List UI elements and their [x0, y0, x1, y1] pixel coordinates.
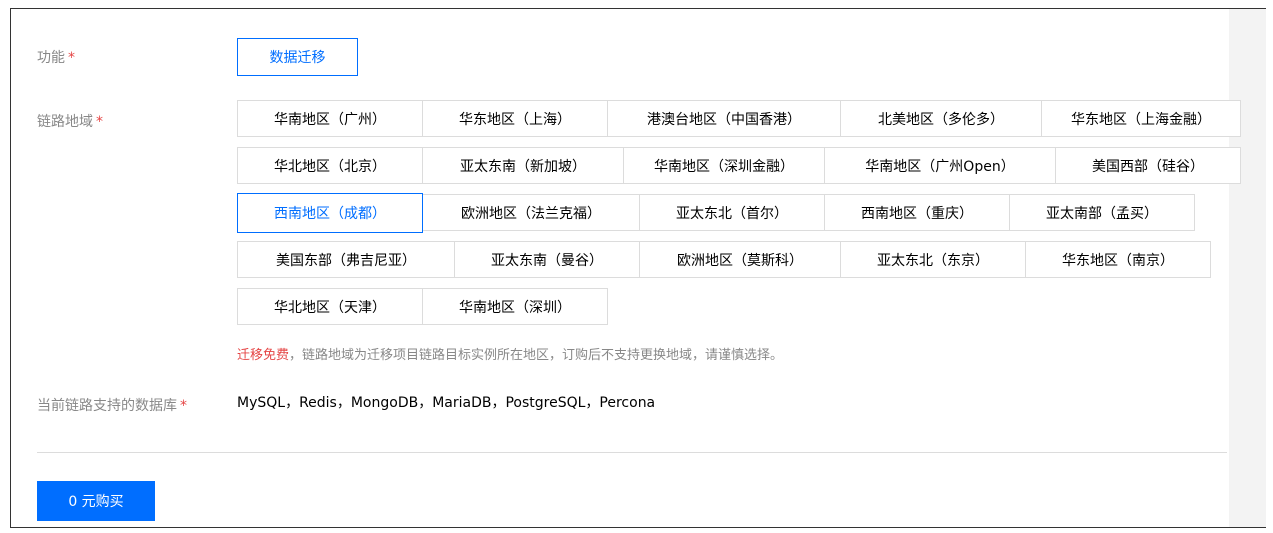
- scroll-strip: [1229, 9, 1266, 527]
- region-option[interactable]: 华北地区（天津）: [237, 288, 423, 325]
- region-option[interactable]: 华北地区（北京）: [237, 147, 423, 184]
- free-migration-highlight: 迁移免费: [237, 348, 290, 363]
- region-option[interactable]: 欧洲地区（法兰克福）: [422, 194, 640, 231]
- supported-databases: MySQL，Redis，MongoDB，MariaDB，PostgreSQL，P…: [237, 395, 656, 411]
- region-option[interactable]: 亚太东南（曼谷）: [454, 241, 640, 278]
- region-option[interactable]: 美国东部（弗吉尼亚）: [237, 241, 455, 278]
- purchase-form-panel: 功能 * 数据迁移 链路地域 * 华南地区（广州） 华东地区（上海） 港澳台地区（中…: [10, 8, 1266, 528]
- region-option[interactable]: 亚太东南（新加坡）: [422, 147, 624, 184]
- required-mark: *: [68, 50, 75, 66]
- feature-option-data-migration[interactable]: 数据迁移: [237, 38, 358, 76]
- feature-label: 功能 *: [37, 47, 75, 67]
- region-option[interactable]: 亚太东北（首尔）: [639, 194, 825, 231]
- region-option[interactable]: 欧洲地区（莫斯科）: [639, 241, 841, 278]
- region-option[interactable]: 华南地区（深圳）: [422, 288, 608, 325]
- region-option[interactable]: 西南地区（重庆）: [824, 194, 1010, 231]
- purchase-button[interactable]: 0 元购买: [37, 481, 155, 521]
- region-option[interactable]: 华南地区（广州Open）: [824, 147, 1056, 184]
- databases-label: 当前链路支持的数据库 *: [37, 395, 187, 415]
- region-notice-text: ，链路地域为迁移项目链路目标实例所在地区，订购后不支持更换地域，请谨慎选择。: [289, 348, 784, 363]
- region-notice: 迁移免费，链路地域为迁移项目链路目标实例所在地区，订购后不支持更换地域，请谨慎选…: [237, 344, 783, 363]
- region-option[interactable]: 亚太东北（东京）: [840, 241, 1026, 278]
- region-option[interactable]: 港澳台地区（中国香港）: [607, 100, 841, 137]
- region-label-text: 链路地域: [37, 114, 93, 130]
- region-option[interactable]: 华南地区（深圳金融）: [623, 147, 825, 184]
- region-option[interactable]: 华南地区（广州）: [237, 100, 423, 137]
- region-option[interactable]: 华东地区（南京）: [1025, 241, 1211, 278]
- divider: [37, 452, 1227, 453]
- region-option-selected[interactable]: 西南地区（成都）: [237, 193, 423, 233]
- region-option[interactable]: 华东地区（上海）: [422, 100, 608, 137]
- region-option[interactable]: 华东地区（上海金融）: [1041, 100, 1241, 137]
- region-option[interactable]: 美国西部（硅谷）: [1055, 147, 1241, 184]
- required-mark: *: [180, 398, 187, 414]
- feature-label-text: 功能: [37, 50, 65, 66]
- region-label: 链路地域 *: [37, 111, 103, 131]
- databases-label-text: 当前链路支持的数据库: [37, 398, 177, 414]
- region-option[interactable]: 亚太南部（孟买）: [1009, 194, 1195, 231]
- required-mark: *: [96, 114, 103, 130]
- region-option[interactable]: 北美地区（多伦多）: [840, 100, 1042, 137]
